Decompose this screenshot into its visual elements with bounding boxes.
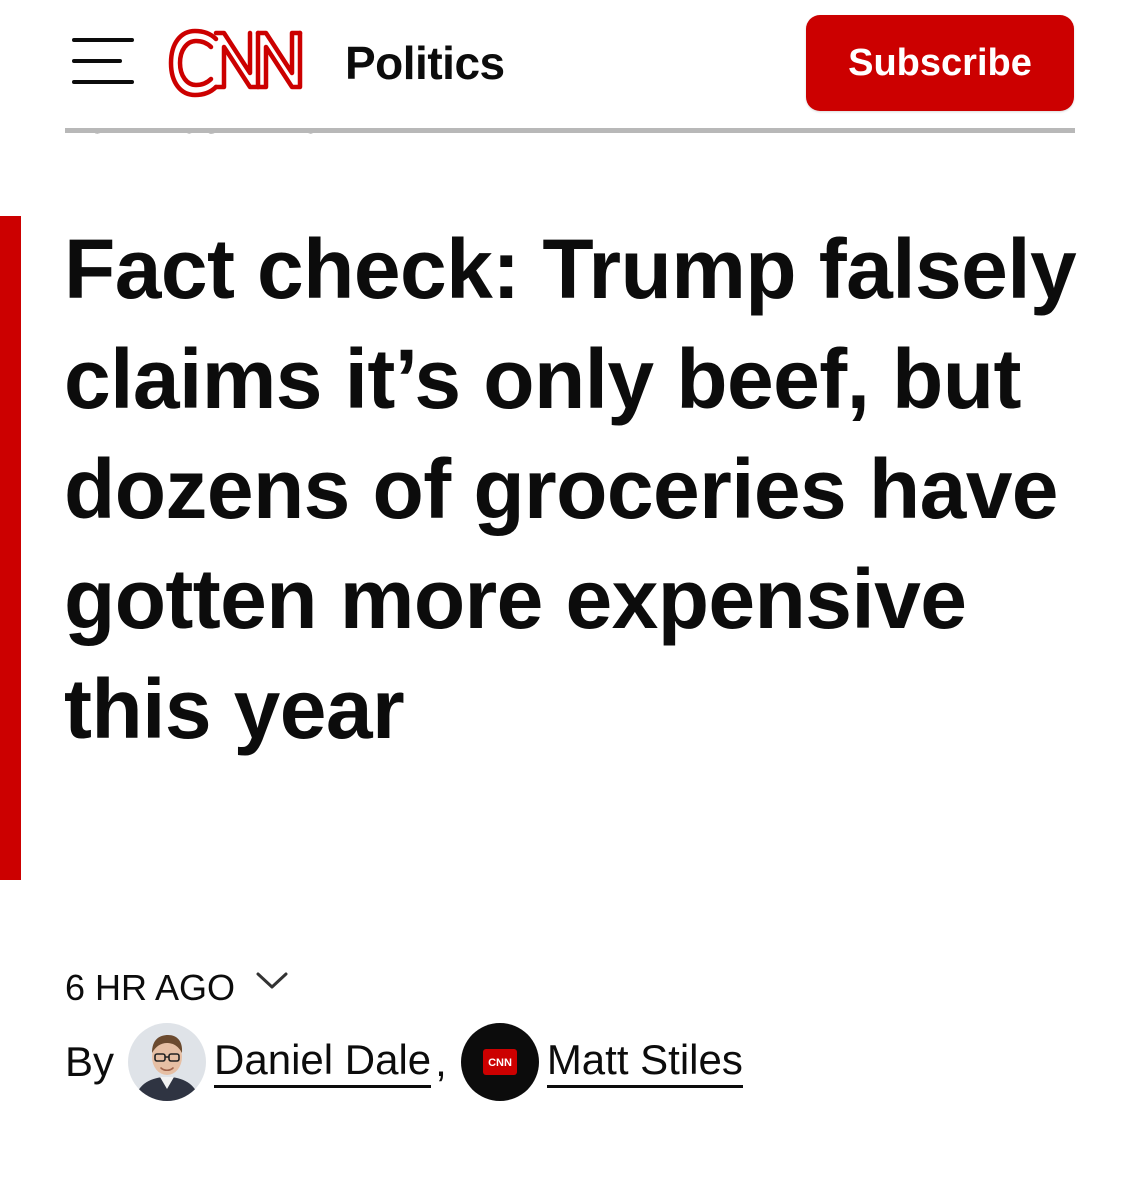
article-byline: By Daniel Dale , CNN Matt Stiles	[65, 1022, 743, 1102]
article-timestamp[interactable]: 6 HR AGO	[65, 966, 289, 1010]
author-avatar-daniel-dale[interactable]	[128, 1023, 207, 1101]
section-title[interactable]: Politics	[345, 36, 505, 90]
author-avatar-matt-stiles[interactable]: CNN	[460, 1023, 539, 1101]
article-headline: Fact check: Trump falsely claims it’s on…	[64, 222, 1077, 756]
chevron-down-icon[interactable]	[255, 970, 289, 992]
byline-prefix: By	[65, 1038, 115, 1085]
cnn-logo-icon: CNN	[488, 1057, 512, 1069]
author-link-daniel-dale[interactable]: Daniel Dale	[214, 1036, 432, 1088]
headline-accent-bar	[0, 216, 21, 880]
header-divider	[65, 128, 1075, 133]
byline-separator: ,	[435, 1038, 447, 1085]
site-header: Politics Subscribe	[0, 0, 1139, 128]
subscribe-button[interactable]: Subscribe	[806, 15, 1074, 111]
cnn-logo[interactable]	[166, 25, 320, 101]
timestamp-text: 6 HR AGO	[65, 967, 236, 1008]
author-link-matt-stiles[interactable]: Matt Stiles	[546, 1036, 743, 1088]
hamburger-menu-icon[interactable]	[72, 38, 134, 84]
